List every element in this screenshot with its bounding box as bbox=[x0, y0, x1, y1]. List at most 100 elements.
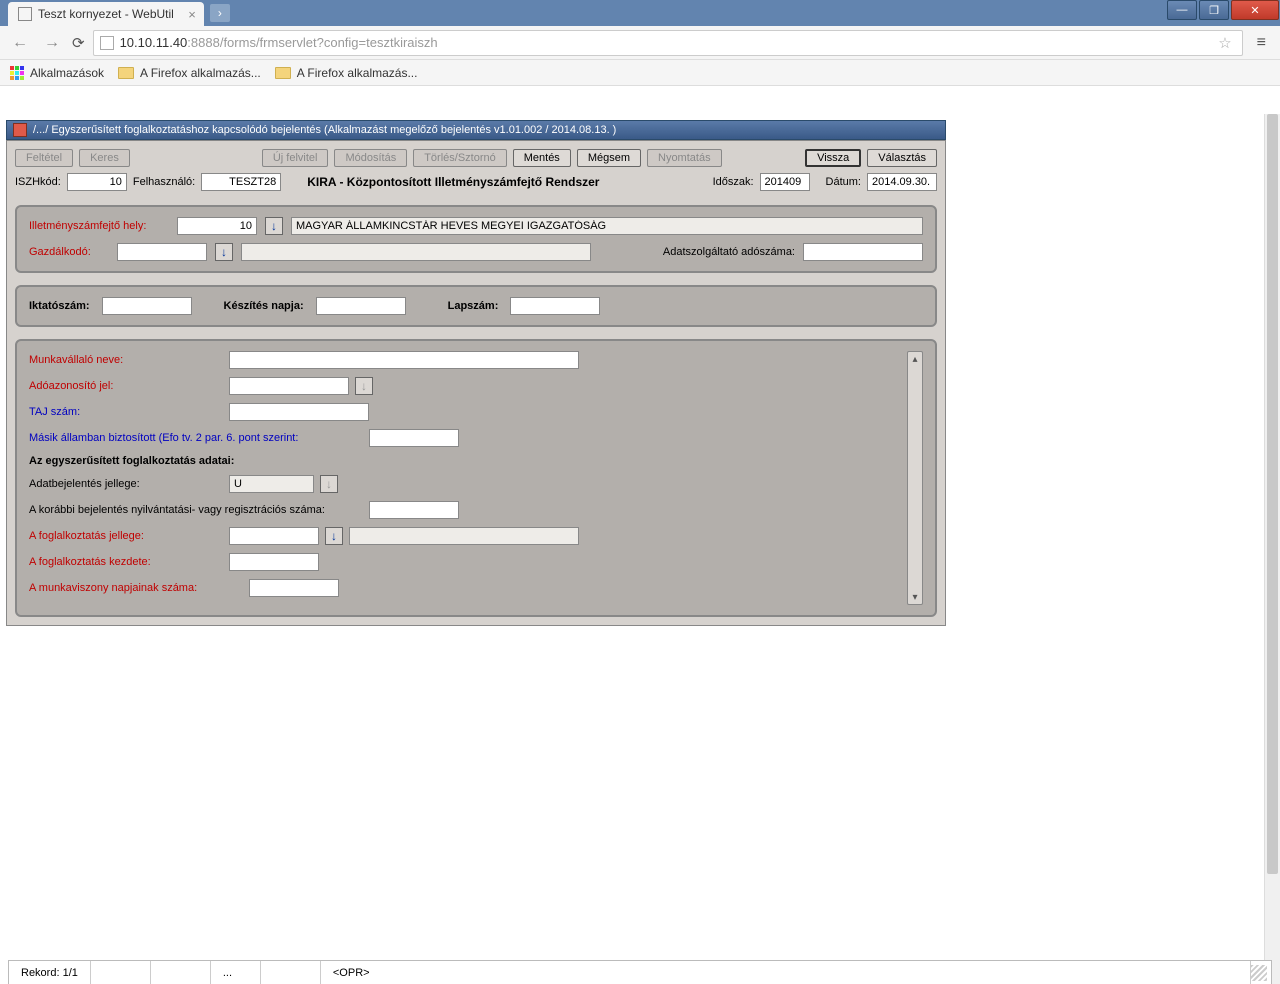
tab-strip: Teszt kornyezet - WebUtil × › — ❐ ✕ bbox=[0, 0, 1280, 26]
toolbar: Feltétel Keres Új felvitel Módosítás Tör… bbox=[15, 149, 937, 167]
korabbi-label: A korábbi bejelentés nyilvántatási- vagy… bbox=[29, 504, 369, 516]
system-title: KIRA - Központosított Illetményszámfejtő… bbox=[287, 175, 619, 189]
section-header: Az egyszerűsített foglalkoztatás adatai: bbox=[29, 455, 899, 467]
foglk-label: A foglalkoztatás kezdete: bbox=[29, 556, 229, 568]
scroll-down-icon[interactable]: ▾ bbox=[908, 590, 922, 604]
site-icon bbox=[100, 36, 114, 50]
nav-bar: ← → ⟳ 10.10.11.40:8888/forms/frmservlet?… bbox=[0, 26, 1280, 60]
foglj-code-input[interactable] bbox=[229, 527, 319, 545]
apps-icon bbox=[10, 66, 24, 80]
megsem-button[interactable]: Mégsem bbox=[577, 149, 641, 167]
doc-panel: Iktatószám: Készítés napja: Lapszám: bbox=[15, 285, 937, 327]
resize-grip-icon[interactable] bbox=[1251, 965, 1267, 981]
lapszam-input[interactable] bbox=[510, 297, 600, 315]
bookmark-label: A Firefox alkalmazás... bbox=[297, 66, 418, 80]
munkavallalo-input[interactable] bbox=[229, 351, 579, 369]
window-controls: — ❐ ✕ bbox=[1166, 0, 1280, 22]
apps-label: Alkalmazások bbox=[30, 66, 104, 80]
adoszam-input[interactable] bbox=[803, 243, 923, 261]
adatbej-lov-button[interactable]: ↓ bbox=[320, 475, 338, 493]
page-scrollbar[interactable] bbox=[1264, 114, 1280, 984]
masik-input[interactable] bbox=[369, 429, 459, 447]
munkavallalo-label: Munkavállaló neve: bbox=[29, 354, 229, 366]
mentes-button[interactable]: Mentés bbox=[513, 149, 571, 167]
iszh-label: ISZHkód: bbox=[15, 176, 61, 188]
gazd-lov-button[interactable]: ↓ bbox=[215, 243, 233, 261]
feltetel-button[interactable]: Feltétel bbox=[15, 149, 73, 167]
iktato-input[interactable] bbox=[102, 297, 192, 315]
datum-label: Dátum: bbox=[826, 176, 861, 188]
status-bar: Rekord: 1/1 ... <OPR> bbox=[8, 960, 1272, 984]
status-cell bbox=[91, 961, 151, 984]
idoszak-label: Időszak: bbox=[713, 176, 754, 188]
back-button[interactable]: ← bbox=[8, 34, 32, 52]
taj-input[interactable] bbox=[229, 403, 369, 421]
korabbi-input[interactable] bbox=[369, 501, 459, 519]
taj-label: TAJ szám: bbox=[29, 406, 229, 418]
illet-code-input[interactable] bbox=[177, 217, 257, 235]
illet-label: Illetményszámfejtő hely: bbox=[29, 220, 169, 232]
bookmark-folder-2[interactable]: A Firefox alkalmazás... bbox=[275, 66, 418, 80]
reload-button[interactable]: ⟳ bbox=[72, 34, 85, 52]
illet-lov-button[interactable]: ↓ bbox=[265, 217, 283, 235]
felhasznalo-input[interactable] bbox=[201, 173, 281, 191]
bookmark-star-icon[interactable]: ☆ bbox=[1214, 34, 1235, 52]
oracle-forms-applet: /.../ Egyszerűsített foglalkoztatáshoz k… bbox=[6, 120, 946, 626]
scrollbar-thumb[interactable] bbox=[1267, 114, 1278, 874]
vissza-button[interactable]: Vissza bbox=[805, 149, 861, 167]
chrome-menu-button[interactable]: ≡ bbox=[1251, 34, 1272, 52]
adoazon-lov-button[interactable]: ↓ bbox=[355, 377, 373, 395]
datum-input[interactable] bbox=[867, 173, 937, 191]
iktato-label: Iktatószám: bbox=[29, 300, 90, 312]
keres-button[interactable]: Keres bbox=[79, 149, 130, 167]
adatbej-input[interactable] bbox=[229, 475, 314, 493]
close-tab-icon[interactable]: × bbox=[188, 7, 196, 22]
adoszam-label: Adatszolgáltató adószáma: bbox=[663, 246, 795, 258]
napjai-input[interactable] bbox=[249, 579, 339, 597]
scroll-up-icon[interactable]: ▴ bbox=[908, 352, 922, 366]
close-window-button[interactable]: ✕ bbox=[1231, 0, 1279, 20]
torles-button[interactable]: Törlés/Sztornó bbox=[413, 149, 507, 167]
gazd-code-input[interactable] bbox=[117, 243, 207, 261]
felhasznalo-label: Felhasználó: bbox=[133, 176, 195, 188]
masik-label: Másik államban biztosított (Efo tv. 2 pa… bbox=[29, 432, 369, 444]
status-opr: <OPR> bbox=[321, 961, 1251, 984]
lapszam-label: Lapszám: bbox=[448, 300, 499, 312]
gazd-label: Gazdálkodó: bbox=[29, 246, 109, 258]
adoazon-input[interactable] bbox=[229, 377, 349, 395]
employee-panel: Munkavállaló neve: Adóazonosító jel: ↓ T… bbox=[15, 339, 937, 617]
form-titlebar: /.../ Egyszerűsített foglalkoztatáshoz k… bbox=[6, 120, 946, 140]
browser-tab[interactable]: Teszt kornyezet - WebUtil × bbox=[8, 2, 204, 26]
new-tab-button[interactable]: › bbox=[210, 4, 230, 22]
iszh-input[interactable] bbox=[67, 173, 127, 191]
address-bar[interactable]: 10.10.11.40:8888/forms/frmservlet?config… bbox=[93, 30, 1243, 56]
org-panel: Illetményszámfejtő hely: ↓ Gazdálkodó: ↓… bbox=[15, 205, 937, 273]
bookmark-folder-1[interactable]: A Firefox alkalmazás... bbox=[118, 66, 261, 80]
url-text: 10.10.11.40:8888/forms/frmservlet?config… bbox=[120, 35, 1215, 50]
valasztas-button[interactable]: Választás bbox=[867, 149, 937, 167]
adatbej-label: Adatbejelentés jellege: bbox=[29, 478, 229, 490]
page-icon bbox=[18, 7, 32, 21]
maximize-button[interactable]: ❐ bbox=[1199, 0, 1229, 20]
napjai-label: A munkaviszony napjainak száma: bbox=[29, 582, 249, 594]
idoszak-input[interactable] bbox=[760, 173, 810, 191]
keszites-input[interactable] bbox=[316, 297, 406, 315]
apps-shortcut[interactable]: Alkalmazások bbox=[10, 66, 104, 80]
panel-scrollbar[interactable]: ▴ ▾ bbox=[907, 351, 923, 605]
gazd-name-display bbox=[241, 243, 591, 261]
illet-name-display bbox=[291, 217, 923, 235]
folder-icon bbox=[275, 67, 291, 79]
modositas-button[interactable]: Módosítás bbox=[334, 149, 407, 167]
foglk-input[interactable] bbox=[229, 553, 319, 571]
form-title: /.../ Egyszerűsített foglalkoztatáshoz k… bbox=[33, 124, 616, 136]
foglj-label: A foglalkoztatás jellege: bbox=[29, 530, 229, 542]
forward-button[interactable]: → bbox=[40, 34, 64, 52]
foglj-name-display bbox=[349, 527, 579, 545]
form-icon bbox=[13, 123, 27, 137]
header-row: ISZHkód: Felhasználó: KIRA - Központosít… bbox=[15, 173, 937, 191]
minimize-button[interactable]: — bbox=[1167, 0, 1197, 20]
status-dots: ... bbox=[211, 961, 261, 984]
foglj-lov-button[interactable]: ↓ bbox=[325, 527, 343, 545]
nyomtatas-button[interactable]: Nyomtatás bbox=[647, 149, 722, 167]
uj-felvitel-button[interactable]: Új felvitel bbox=[262, 149, 329, 167]
